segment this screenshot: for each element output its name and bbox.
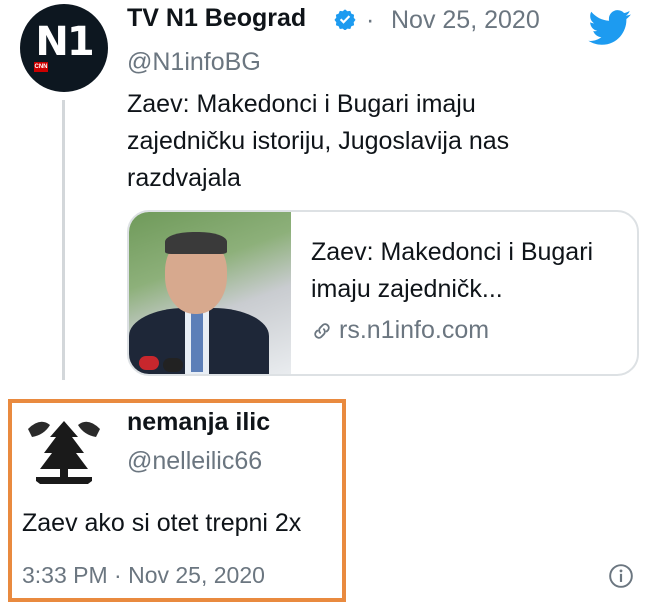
tweet-date[interactable]: Nov 25, 2020 [391,6,540,35]
verified-badge-icon [334,9,356,30]
tweet-text: Zaev: Makedonci i Bugari imaju zajedničk… [127,90,510,192]
author-name[interactable]: TV N1 Beograd [127,4,306,33]
microphone-icon [163,358,183,372]
twitter-bird-icon [588,10,631,45]
link-icon [314,322,330,339]
reply-author-name[interactable]: nemanja ilic [127,408,270,437]
person-tie [191,312,203,372]
cnn-badge-icon: CNN [34,62,48,72]
separator-dot: · [366,6,375,34]
avatar[interactable]: N1 CNN [20,4,108,92]
microphone-icon [139,356,159,370]
card-title: Zaev: Makedonci i Bugari imaju zajedničk… [311,238,594,303]
card-domain-row: rs.n1info.com [311,316,489,345]
reply-text: Zaev ako si otet trepni 2x [22,509,302,537]
author-handle[interactable]: @N1infoBG [127,48,261,77]
card-domain: rs.n1info.com [339,316,490,344]
link-card[interactable]: Zaev: Makedonci i Bugari imaju zajedničk… [127,210,639,376]
reply-author-handle[interactable]: @nelleilic66 [127,447,262,476]
card-thumbnail [129,212,291,374]
info-icon[interactable] [608,563,634,589]
person-hair [165,232,227,254]
thread-line [62,100,65,380]
n1-logo: N1 [35,19,94,65]
reply-timestamp[interactable]: 3:33 PM · Nov 25, 2020 [22,562,265,589]
